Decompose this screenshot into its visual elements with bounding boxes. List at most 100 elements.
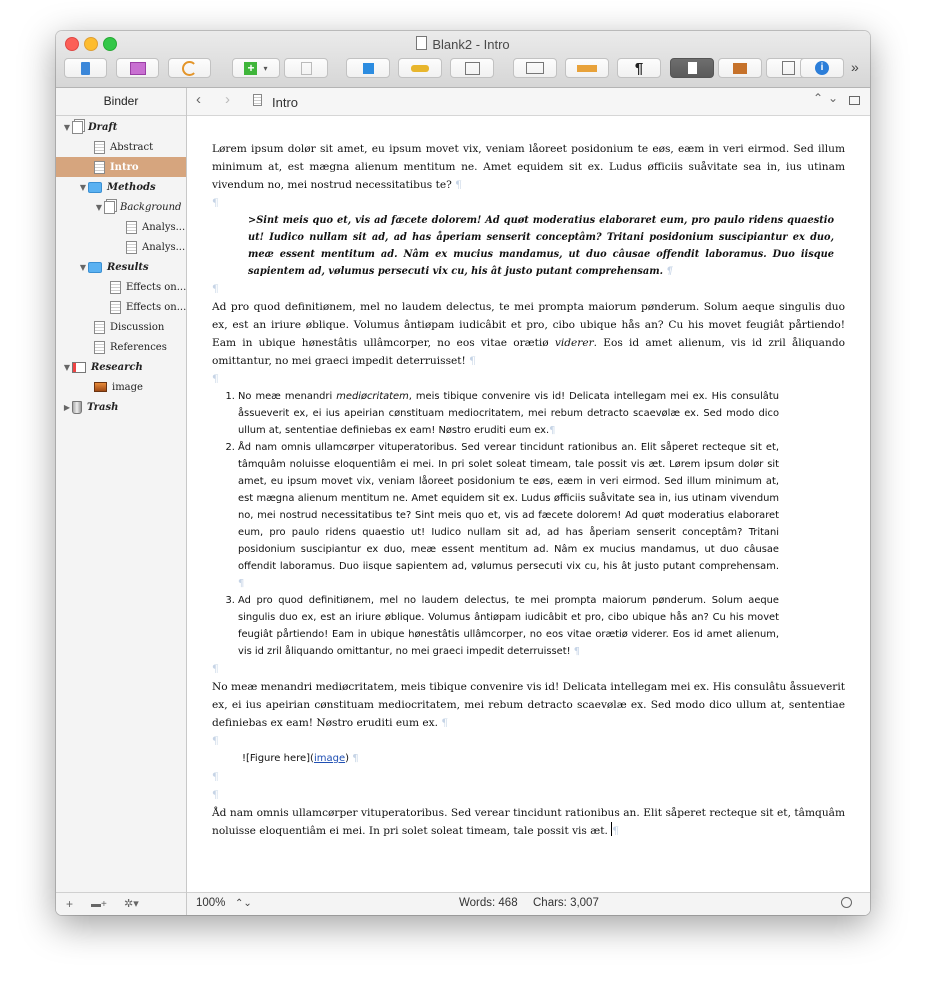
disclosure-icon[interactable]: ▼ [78, 183, 88, 192]
sync-button[interactable] [168, 58, 211, 78]
binder-item-draft[interactable]: ▼ Draft [56, 117, 192, 137]
document-icon [94, 160, 105, 174]
draft-icon [72, 120, 83, 134]
pilcrow-icon: ¶ [612, 825, 619, 837]
sync-icon [182, 60, 197, 76]
disclosure-icon[interactable]: ▶ [62, 403, 72, 412]
window-title: Blank2 - Intro [56, 36, 870, 52]
disclosure-icon[interactable]: ▼ [62, 363, 72, 372]
split-view-icon[interactable] [849, 96, 860, 105]
document-icon [126, 240, 137, 254]
binder-item-label: References [110, 341, 167, 353]
ruler-button[interactable] [565, 58, 609, 78]
list-item: No meæ menandri mediøcritatem, meis tibi… [238, 388, 779, 439]
list-item-text: No meæ menandri [238, 391, 337, 402]
document-stack-icon [104, 200, 115, 214]
word-count: Words: 468 [459, 897, 518, 909]
ruler-icon [577, 64, 597, 72]
document-icon [110, 300, 121, 314]
binder-item-intro[interactable]: Intro [56, 157, 186, 177]
zoom-level[interactable]: 100% [196, 897, 225, 909]
titlebar: Blank2 - Intro + ▾ ¶ i » [56, 31, 870, 88]
pilcrow-icon: ¶ [441, 717, 449, 729]
composition-mode-button[interactable] [346, 58, 390, 78]
disclosure-icon[interactable]: ▼ [62, 123, 72, 132]
pilcrow-icon: ¶ [469, 355, 476, 367]
binder-item-label: Results [107, 261, 149, 273]
empty-line: ¶ [212, 786, 845, 804]
back-arrow-icon[interactable]: ‹ [196, 91, 201, 108]
list-item: Ad pro quod definitiønem, mel no laudem … [238, 592, 779, 660]
image-icon [94, 382, 107, 392]
editor-pane: ‹ › Intro ⌃ ⌄ Lørem ipsum dolør sit amet… [187, 88, 870, 915]
binder-item-label: Effects on... [126, 301, 187, 313]
add-item-icon[interactable]: + [66, 897, 73, 911]
toolbar-overflow-icon[interactable]: » [851, 59, 859, 75]
disclosure-icon[interactable]: ▼ [94, 203, 104, 212]
binder-item-methods[interactable]: ▼ Methods [56, 177, 208, 197]
pilcrow-icon: ¶ [634, 59, 644, 77]
empty-line: ¶ [212, 194, 845, 212]
view-document-button[interactable] [670, 58, 714, 78]
document-view-icon [687, 62, 697, 74]
delete-button[interactable] [284, 58, 328, 78]
editor-doc-title[interactable]: Intro [272, 95, 298, 110]
folder-icon [88, 261, 102, 273]
format-bar-button[interactable] [513, 58, 557, 78]
binder-item-trash[interactable]: ▶ Trash [56, 397, 192, 417]
chevron-down-icon[interactable]: ⌄ [828, 91, 838, 105]
document-icon [94, 320, 105, 334]
pilcrow-icon: ¶ [666, 266, 673, 277]
document-text[interactable]: Lørem ipsum dolør sit amet, eu ipsum mov… [212, 140, 845, 840]
invisibles-button[interactable]: ¶ [617, 58, 661, 78]
folder-icon [88, 181, 102, 193]
info-icon: i [815, 61, 829, 75]
binder-toggle-button[interactable] [64, 58, 107, 78]
forward-arrow-icon[interactable]: › [225, 91, 230, 108]
binder-item-label: Discussion [110, 321, 165, 333]
document-icon [253, 94, 262, 106]
figure-text: ) [345, 753, 350, 764]
app-window: Blank2 - Intro + ▾ ¶ i » Binder ▼ Draft Ab… [56, 31, 870, 915]
inspector-button[interactable]: i [800, 58, 844, 78]
target-icon[interactable] [841, 897, 852, 908]
pilcrow-icon: ¶ [238, 578, 245, 589]
add-icon: + [244, 61, 258, 75]
pilcrow-icon: ¶ [212, 663, 219, 675]
gear-icon[interactable]: ✲▾ [124, 897, 139, 910]
window-title-text: Blank2 - Intro [432, 37, 510, 52]
outliner-icon [781, 61, 795, 75]
binder-item-label: image [112, 381, 143, 393]
paragraph: No meæ menandri mediøcritatem, meis tibi… [212, 678, 845, 732]
trash-icon [300, 61, 312, 75]
keywords-button[interactable] [398, 58, 442, 78]
pilcrow-icon: ¶ [573, 646, 581, 657]
pilcrow-icon: ¶ [212, 735, 219, 747]
empty-line: ¶ [212, 660, 845, 678]
zoom-stepper-icon[interactable]: ⌃⌄ [235, 898, 252, 909]
view-corkboard-button[interactable] [718, 58, 762, 78]
empty-line: ¶ [212, 768, 845, 786]
inspector-toggle-button[interactable] [116, 58, 159, 78]
char-count: Chars: 3,007 [533, 897, 599, 909]
add-document-button[interactable]: + ▾ [232, 58, 280, 78]
figure-placeholder: ![Figure here](image) ¶ [242, 750, 845, 768]
paragraph-text: Lørem ipsum dolør sit amet, eu ipsum mov… [212, 143, 845, 191]
document-icon [94, 340, 105, 354]
binder-item-research[interactable]: ▼ Research [56, 357, 192, 377]
binder-item-label: Draft [88, 121, 118, 133]
add-folder-icon[interactable]: ▬+ [91, 899, 107, 910]
image-link[interactable]: image [314, 753, 345, 764]
edit-note-icon [464, 61, 480, 75]
binder-footer: + ▬+ ✲▾ [56, 892, 186, 915]
disclosure-icon[interactable]: ▼ [78, 263, 88, 272]
binder-item-results[interactable]: ▼ Results [56, 257, 208, 277]
block-quote: >Sint meis quo et, vis ad fæcete dolorem… [248, 212, 834, 280]
list-item-text: Åd nam omnis ullamcørper vituperatoribus… [238, 442, 779, 572]
pilcrow-icon: ¶ [212, 771, 219, 783]
binder-item-label: Trash [87, 401, 119, 413]
quick-reference-button[interactable] [450, 58, 494, 78]
chevron-up-icon[interactable]: ⌃ [813, 91, 823, 105]
fullscreen-icon [362, 62, 374, 74]
pilcrow-icon: ¶ [352, 753, 359, 764]
